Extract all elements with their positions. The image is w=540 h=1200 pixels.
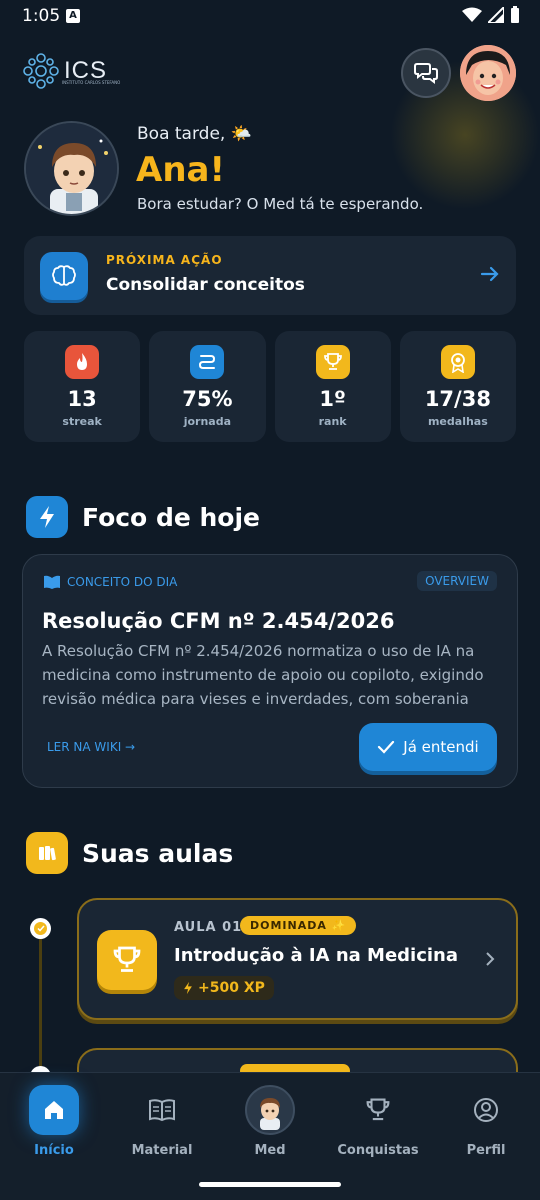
lessons-section-header: Suas aulas: [26, 832, 233, 874]
lesson-xp-badge: +500 XP: [174, 976, 274, 1000]
books-icon: [26, 832, 68, 874]
nav-label: Perfil: [466, 1143, 506, 1158]
focus-section-header: Foco de hoje: [26, 496, 260, 538]
user-icon: [461, 1085, 511, 1135]
lesson-title: Introdução à IA na Medicina: [174, 945, 459, 966]
brain-icon: [52, 265, 76, 286]
flame-icon: [65, 345, 100, 379]
nav-label: Início: [34, 1143, 74, 1158]
nav-label: Med: [254, 1143, 286, 1158]
user-avatar[interactable]: [460, 45, 516, 101]
home-indicator[interactable]: [199, 1182, 341, 1187]
chat-button[interactable]: [401, 48, 451, 98]
med-character-avatar: [24, 121, 119, 216]
next-action-card[interactable]: PRÓXIMA AÇÃO Consolidar conceitos: [24, 236, 516, 315]
concept-card: CONCEITO DO DIA OVERVIEW Resolução CFM n…: [22, 554, 518, 788]
stat-medals[interactable]: 17/38 medalhas: [399, 331, 516, 442]
battery-icon: [511, 6, 519, 23]
lesson-card[interactable]: AULA 01 DOMINADA ✨ Introdução à IA na Me…: [77, 898, 518, 1020]
logo-subtitle: INSTITUTO CARLOS STEFANO: [62, 80, 121, 85]
stat-streak[interactable]: 13 streak: [24, 331, 141, 442]
molecule-logo-icon: [23, 53, 59, 89]
stat-label: medalhas: [427, 415, 488, 428]
timeline-dot: [30, 918, 51, 939]
status-time: 1:05: [22, 6, 61, 26]
notification-badge: A: [66, 9, 80, 23]
trophy-icon: [315, 345, 350, 379]
stat-value: 13: [67, 387, 97, 411]
bottom-navigation: Início Material Med Conquistas Perfil: [0, 1072, 540, 1200]
next-action-label: PRÓXIMA AÇÃO: [106, 253, 223, 267]
check-icon: [34, 922, 47, 935]
greeting-name: Ana!: [136, 150, 225, 190]
concept-title: Resolução CFM nº 2.454/2026: [42, 609, 395, 633]
nav-material[interactable]: Material: [108, 1073, 216, 1158]
concept-label: CONCEITO DO DIA: [43, 575, 177, 589]
lesson-number: AULA 01: [174, 920, 243, 935]
ics-logo: ICS INSTITUTO CARLOS STEFANO: [22, 52, 120, 90]
understood-button[interactable]: Já entendi: [359, 723, 497, 771]
chevron-right-icon: [486, 952, 495, 966]
stat-journey[interactable]: 75% jornada: [149, 331, 266, 442]
user-avatar-icon: [460, 45, 516, 101]
concept-description: A Resolução CFM nº 2.454/2026 normatiza …: [42, 642, 484, 708]
stat-label: jornada: [183, 415, 232, 428]
open-book-icon: [44, 575, 60, 589]
greeting-line: Boa tarde, 🌤️: [137, 124, 252, 144]
stat-value: 1º: [319, 387, 346, 411]
signal-icon: [488, 7, 504, 23]
wiki-link[interactable]: LER NA WIKI →: [47, 740, 135, 754]
medal-icon: [440, 345, 475, 379]
chat-bubbles-icon: [414, 63, 438, 84]
wifi-icon: [462, 7, 482, 22]
check-icon: [378, 740, 395, 754]
stat-rank[interactable]: 1º rank: [274, 331, 391, 442]
arrow-right-icon: [480, 266, 499, 282]
status-icons: [462, 6, 520, 24]
focus-title: Foco de hoje: [82, 502, 260, 532]
nav-label: Material: [131, 1143, 193, 1158]
greeting-subtitle: Bora estudar? O Med tá te esperando.: [137, 195, 424, 213]
status-bar: 1:05 A: [0, 0, 540, 34]
lightning-icon: [26, 496, 68, 538]
stats-row: 13 streak 75% jornada 1º rank 17/38 meda…: [24, 331, 516, 442]
trophy-icon: [113, 946, 141, 972]
nav-profile[interactable]: Perfil: [432, 1073, 540, 1158]
stat-label: rank: [318, 415, 347, 428]
nav-achievements[interactable]: Conquistas: [324, 1073, 432, 1158]
med-avatar-icon: [245, 1085, 295, 1135]
lesson-status-badge: DOMINADA ✨: [240, 916, 357, 935]
stat-value: 17/38: [424, 387, 491, 411]
home-icon: [29, 1085, 79, 1135]
nav-label: Conquistas: [337, 1143, 419, 1158]
overview-badge: OVERVIEW: [417, 571, 497, 591]
stat-label: streak: [62, 415, 102, 428]
lessons-title: Suas aulas: [82, 838, 234, 868]
trophy-icon: [353, 1085, 403, 1135]
nav-med[interactable]: Med: [216, 1073, 324, 1158]
trophy-icon-tile: [97, 930, 157, 990]
concept-label-text: CONCEITO DO DIA: [67, 575, 178, 589]
stat-value: 75%: [182, 387, 233, 411]
lesson-xp: +500 XP: [198, 980, 265, 996]
brain-icon-tile: [40, 252, 88, 300]
nav-home[interactable]: Início: [0, 1073, 108, 1158]
timeline-line: [39, 930, 42, 1080]
med-character-icon: [26, 123, 117, 214]
understood-button-label: Já entendi: [403, 738, 479, 756]
next-action-title: Consolidar conceitos: [106, 275, 305, 295]
route-icon: [190, 345, 225, 379]
book-icon: [137, 1085, 187, 1135]
lightning-icon: [184, 981, 192, 995]
